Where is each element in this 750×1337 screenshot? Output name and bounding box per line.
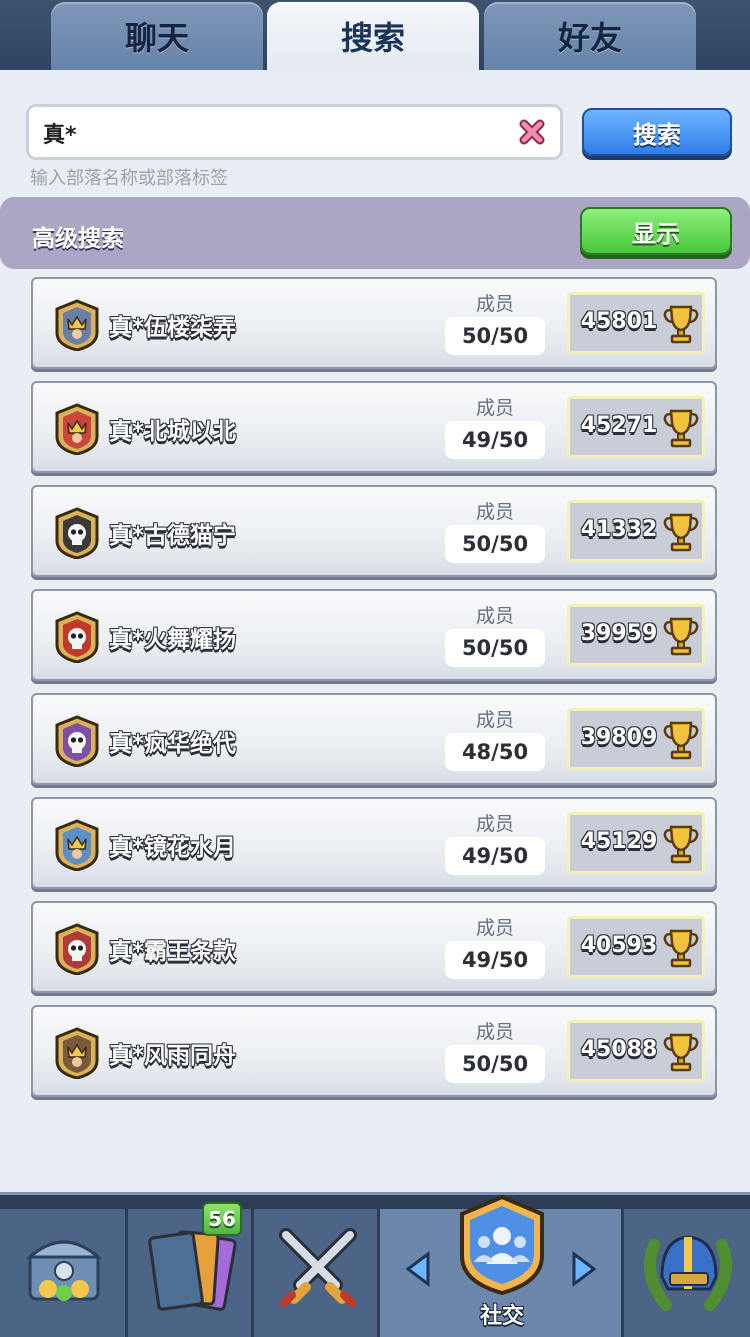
nav-tournament[interactable] — [624, 1209, 750, 1337]
members-label: 成员 — [475, 813, 514, 835]
cards-count-badge: 56 — [202, 1202, 242, 1236]
members-label: 成员 — [475, 293, 514, 315]
members-label: 成员 — [475, 501, 514, 523]
trophy-icon — [663, 409, 699, 448]
trophy-icon — [663, 1033, 699, 1072]
members-count: 49/50 — [445, 941, 545, 979]
members-label: 成员 — [475, 397, 514, 419]
clan-row[interactable]: 真*古德猫宁 成员 50/50 41332 — [31, 485, 717, 577]
crossed-swords-icon — [279, 1228, 357, 1307]
clan-name: 真*镜花水月 — [109, 835, 237, 861]
members-count: 49/50 — [445, 421, 545, 459]
clan-trophies: 45088 — [580, 1037, 658, 1062]
king-crown-badge-icon — [55, 299, 99, 351]
clan-trophies: 41332 — [580, 517, 658, 542]
trophy-icon — [663, 721, 699, 760]
clan-trophy-box: 45088 — [567, 1020, 705, 1082]
king-crown-badge-icon — [55, 403, 99, 455]
advanced-search-label: 高级搜索 — [32, 226, 124, 252]
trophy-icon — [663, 825, 699, 864]
clan-row[interactable]: 真*疯华绝代 成员 48/50 39809 — [31, 693, 717, 785]
clan-name: 真*古德猫宁 — [109, 523, 237, 549]
clan-trophy-box: 39809 — [567, 708, 705, 770]
clan-name: 真*风雨同舟 — [109, 1043, 237, 1069]
social-icon[interactable] — [456, 1194, 548, 1296]
clan-trophies: 40593 — [580, 933, 658, 958]
clan-trophy-box: 45271 — [567, 396, 705, 458]
bottom-nav — [0, 1192, 750, 1337]
members-count: 50/50 — [445, 525, 545, 563]
skull-badge-icon — [55, 507, 99, 559]
clan-list: 真*伍楼柒弄 成员 50/50 45801 真*北城以北 成员 49/50 45… — [31, 277, 717, 1109]
nav-social-label: 社交 — [479, 1304, 524, 1329]
clan-trophy-box: 40593 — [567, 916, 705, 978]
chest-icon — [26, 1240, 102, 1301]
clan-trophy-box: 45801 — [567, 292, 705, 354]
tab-search[interactable]: 搜索 — [267, 2, 479, 70]
trophy-icon — [663, 513, 699, 552]
clan-name: 真*疯华绝代 — [109, 731, 237, 757]
clan-trophies: 45129 — [580, 829, 658, 854]
helmet-laurel-icon — [644, 1235, 732, 1311]
members-label: 成员 — [475, 917, 514, 939]
clan-trophies: 39809 — [580, 725, 658, 750]
clan-name: 真*伍楼柒弄 — [109, 315, 237, 341]
clan-row[interactable]: 真*火舞耀扬 成员 50/50 39959 — [31, 589, 717, 681]
king-crown-badge-icon — [55, 819, 99, 871]
nav-shop[interactable] — [0, 1209, 128, 1337]
clan-row[interactable]: 真*霸王条款 成员 49/50 40593 — [31, 901, 717, 993]
clan-trophy-box: 39959 — [567, 604, 705, 666]
trophy-icon — [663, 929, 699, 968]
clan-row[interactable]: 真*伍楼柒弄 成员 50/50 45801 — [31, 277, 717, 369]
search-box — [26, 104, 563, 160]
trophy-icon — [663, 305, 699, 344]
clan-name: 真*火舞耀扬 — [109, 627, 237, 653]
clan-row[interactable]: 真*北城以北 成员 49/50 45271 — [31, 381, 717, 473]
clan-row[interactable]: 真*风雨同舟 成员 50/50 45088 — [31, 1005, 717, 1097]
clan-trophy-box: 45129 — [567, 812, 705, 874]
members-count: 49/50 — [445, 837, 545, 875]
advanced-search-bar: 高级搜索 显示 — [0, 197, 750, 269]
skull-badge-icon — [55, 611, 99, 663]
clan-trophies: 45271 — [580, 413, 658, 438]
nav-battle[interactable] — [254, 1209, 380, 1337]
search-hint: 输入部落名称或部落标签 — [30, 168, 228, 189]
members-label: 成员 — [475, 605, 514, 627]
members-count: 50/50 — [445, 317, 545, 355]
tab-chat[interactable]: 聊天 — [51, 2, 263, 70]
members-count: 48/50 — [445, 733, 545, 771]
clan-row[interactable]: 真*镜花水月 成员 49/50 45129 — [31, 797, 717, 889]
clan-trophy-box: 41332 — [567, 500, 705, 562]
clan-name: 真*霸王条款 — [109, 939, 237, 965]
clear-icon[interactable] — [518, 118, 546, 146]
members-count: 50/50 — [445, 629, 545, 667]
skull-badge-icon — [55, 923, 99, 975]
arrow-left-icon[interactable] — [404, 1251, 432, 1287]
trophy-icon — [663, 617, 699, 656]
search-input[interactable] — [41, 107, 515, 159]
show-advanced-button[interactable]: 显示 — [580, 207, 732, 255]
members-label: 成员 — [475, 709, 514, 731]
members-count: 50/50 — [445, 1045, 545, 1083]
members-label: 成员 — [475, 1021, 514, 1043]
arrow-right-icon[interactable] — [570, 1251, 598, 1287]
clan-trophies: 45801 — [580, 309, 658, 334]
top-tab-bar: 聊天 搜索 好友 — [0, 0, 750, 70]
tab-friends[interactable]: 好友 — [484, 2, 696, 70]
clan-name: 真*北城以北 — [109, 419, 237, 445]
king-crown-badge-icon — [55, 1027, 99, 1079]
search-button[interactable]: 搜索 — [582, 108, 732, 156]
clan-trophies: 39959 — [580, 621, 658, 646]
skull-badge-icon — [55, 715, 99, 767]
